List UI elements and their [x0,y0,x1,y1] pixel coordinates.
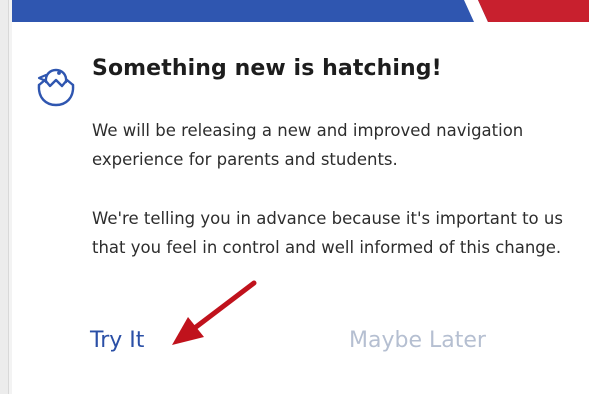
modal-title: Something new is hatching! [92,56,442,81]
modal-body-paragraph: We will be releasing a new and improved … [92,121,524,169]
brand-stripe [12,0,589,22]
page: Something new is hatching! We will be re… [0,0,589,394]
hatching-chick-icon [37,68,75,107]
maybe-later-button[interactable]: Maybe Later [349,328,486,353]
arrow-icon [172,280,257,345]
background-panel-edge [0,0,9,394]
announcement-modal: Something new is hatching! We will be re… [12,0,589,394]
try-it-button[interactable]: Try It [90,328,144,353]
modal-body-paragraph: We're telling you in advance because it'… [92,209,563,257]
